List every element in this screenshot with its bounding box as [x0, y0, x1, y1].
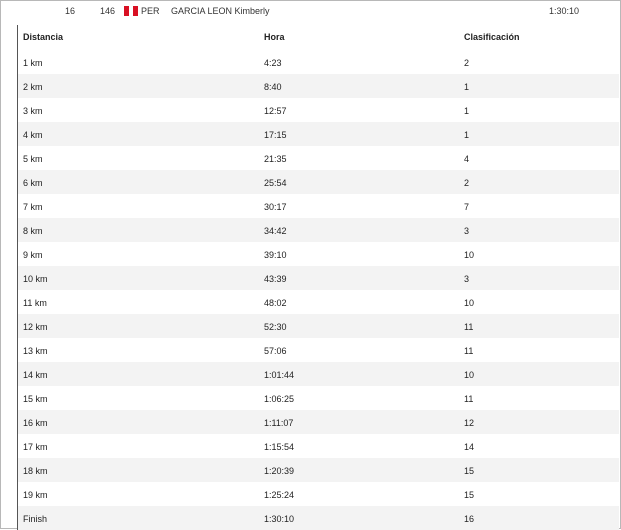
split-time: 1:20:39	[264, 466, 295, 476]
split-distance: 15 km	[23, 394, 48, 404]
split-distance: 3 km	[23, 106, 43, 116]
table-row: 8 km 34:42 3	[18, 218, 619, 242]
split-rank: 11	[464, 322, 474, 332]
split-distance: 14 km	[23, 370, 48, 380]
split-time: 30:17	[264, 202, 287, 212]
split-rank: 7	[464, 202, 470, 212]
table-row: 2 km 8:40 1	[18, 74, 619, 98]
table-row: 9 km 39:10 10	[18, 242, 619, 266]
split-distance: 13 km	[23, 346, 48, 356]
split-rank: 10	[464, 298, 475, 308]
column-header-distance: Distancia	[23, 32, 64, 42]
table-body: 1 km 4:23 2 2 km 8:40 1 3 km 12:57 1 4 km 17:15 1 5 …	[18, 50, 619, 530]
split-time: 57:06	[264, 346, 287, 356]
athlete-country: PER	[141, 6, 160, 16]
split-times-table: Distancia Hora Clasificación 1 km 4:23 2 2 …	[17, 25, 619, 530]
split-time: 1:01:44	[264, 370, 295, 380]
split-time: 17:15	[264, 130, 287, 140]
table-row: 14 km 1:01:44 10	[18, 362, 619, 386]
split-distance: 8 km	[23, 226, 43, 236]
split-time: 1:30:10	[264, 514, 295, 524]
split-rank: 1	[464, 130, 470, 140]
split-time: 52:30	[264, 322, 287, 332]
split-distance: 1 km	[23, 58, 43, 68]
table-header: Distancia Hora Clasificación	[18, 25, 619, 50]
athlete-time: 1:30:10	[549, 6, 580, 16]
split-rank: 11	[464, 394, 474, 404]
table-row: 12 km 52:30 11	[18, 314, 619, 338]
split-rank: 10	[464, 370, 475, 380]
table-row: 17 km 1:15:54 14	[18, 434, 619, 458]
table-row: 1 km 4:23 2	[18, 50, 619, 74]
split-rank: 15	[464, 466, 475, 476]
split-rank: 4	[464, 154, 470, 164]
split-rank: 15	[464, 490, 475, 500]
column-header-rank: Clasificación	[464, 32, 520, 42]
split-distance: 7 km	[23, 202, 43, 212]
split-distance: Finish	[23, 514, 48, 524]
split-rank: 3	[464, 226, 470, 236]
split-rank: 3	[464, 274, 470, 284]
split-time: 1:11:07	[264, 418, 294, 428]
split-rank: 11	[464, 346, 474, 356]
split-rank: 1	[464, 106, 470, 116]
table-row: Finish 1:30:10 16	[18, 506, 619, 530]
table-row: 19 km 1:25:24 15	[18, 482, 619, 506]
table-row: 3 km 12:57 1	[18, 98, 619, 122]
table-row: 13 km 57:06 11	[18, 338, 619, 362]
athlete-name[interactable]: GARCIA LEON Kimberly	[171, 6, 270, 16]
split-distance: 4 km	[23, 130, 43, 140]
table-row: 10 km 43:39 3	[18, 266, 619, 290]
column-header-time: Hora	[264, 32, 285, 42]
table-row: 7 km 30:17 7	[18, 194, 619, 218]
split-distance: 16 km	[23, 418, 48, 428]
table-row: 5 km 21:35 4	[18, 146, 619, 170]
split-distance: 11 km	[23, 298, 47, 308]
table-row: 15 km 1:06:25 11	[18, 386, 619, 410]
peru-flag-icon	[124, 6, 139, 16]
split-time: 43:39	[264, 274, 287, 284]
split-time: 1:15:54	[264, 442, 295, 452]
table-row: 18 km 1:20:39 15	[18, 458, 619, 482]
split-time: 39:10	[264, 250, 287, 260]
table-row: 4 km 17:15 1	[18, 122, 619, 146]
split-distance: 2 km	[23, 82, 43, 92]
split-time: 48:02	[264, 298, 287, 308]
split-distance: 17 km	[23, 442, 48, 452]
table-row: 11 km 48:02 10	[18, 290, 619, 314]
split-rank: 12	[464, 418, 475, 428]
split-time: 8:40	[264, 82, 282, 92]
athlete-position: 16	[65, 6, 76, 16]
split-rank: 1	[464, 82, 470, 92]
split-distance: 12 km	[23, 322, 48, 332]
results-panel: 16 146 PER GARCIA LEON Kimberly 1:30:10 …	[0, 0, 621, 530]
split-distance: 5 km	[23, 154, 43, 164]
split-distance: 9 km	[23, 250, 43, 260]
split-rank: 2	[464, 178, 470, 188]
split-distance: 10 km	[23, 274, 48, 284]
athlete-result-row[interactable]: 16 146 PER GARCIA LEON Kimberly 1:30:10	[1, 1, 620, 21]
split-distance: 18 km	[23, 466, 48, 476]
split-rank: 10	[464, 250, 475, 260]
split-time: 21:35	[264, 154, 287, 164]
split-time: 1:06:25	[264, 394, 295, 404]
split-time: 25:54	[264, 178, 287, 188]
split-rank: 2	[464, 58, 470, 68]
split-time: 12:57	[264, 106, 287, 116]
athlete-bib: 146	[100, 6, 116, 16]
split-distance: 19 km	[23, 490, 48, 500]
split-time: 1:25:24	[264, 490, 295, 500]
split-rank: 14	[464, 442, 475, 452]
flag-stripe-right	[133, 6, 139, 16]
split-time: 4:23	[264, 58, 282, 68]
split-distance: 6 km	[23, 178, 43, 188]
table-row: 16 km 1:11:07 12	[18, 410, 619, 434]
table-row: 6 km 25:54 2	[18, 170, 619, 194]
split-rank: 16	[464, 514, 475, 524]
split-time: 34:42	[264, 226, 287, 236]
